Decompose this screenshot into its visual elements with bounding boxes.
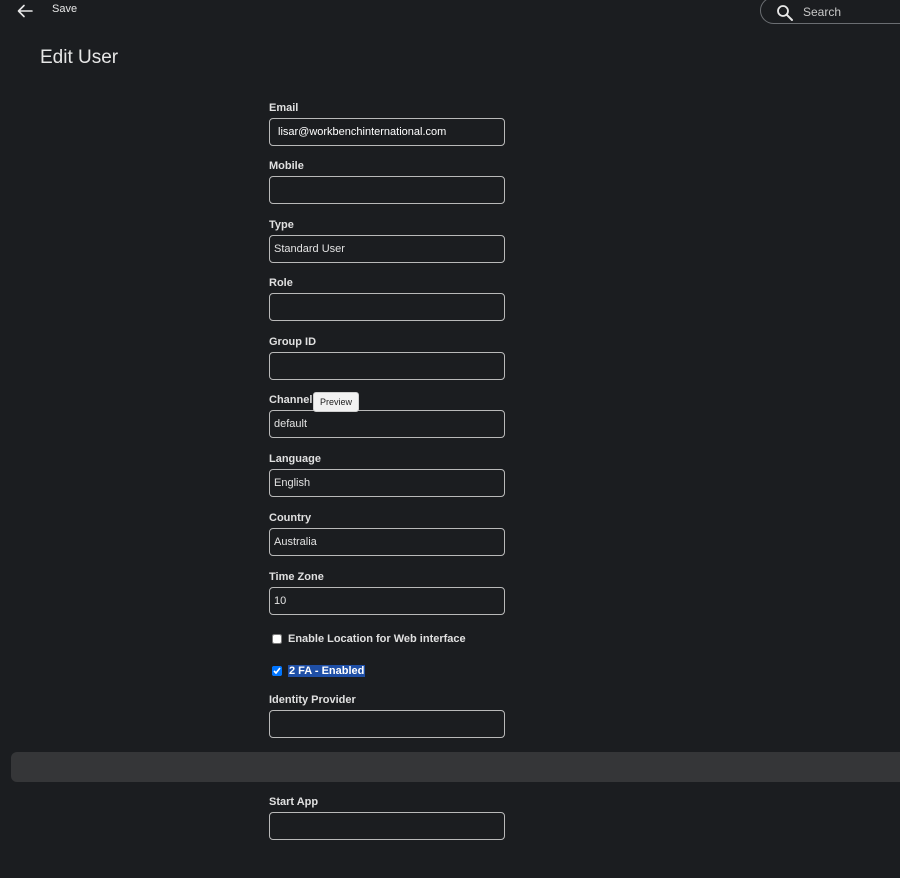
identity-provider-label: Identity Provider [269,694,356,706]
email-label: Email [269,102,299,114]
role-label: Role [269,277,293,289]
group-id-label: Group ID [269,336,317,348]
role-field[interactable] [269,293,505,321]
group-id-field[interactable] [269,352,505,380]
start-app-field[interactable] [269,812,505,840]
search-icon [777,5,793,21]
preview-tooltip: Preview [313,392,360,412]
language-field[interactable] [269,469,505,497]
back-button[interactable] [14,1,36,21]
email-field[interactable] [269,118,505,146]
mobile-label: Mobile [269,160,304,172]
two-fa-row[interactable]: 2 FA - Enabled [272,665,366,677]
time-zone-field[interactable] [269,587,505,615]
time-zone-label: Time Zone [269,571,324,583]
enable-location-row[interactable]: Enable Location for Web interface [272,633,466,645]
country-label: Country [269,512,312,524]
mobile-field[interactable] [269,176,505,204]
two-fa-checkbox[interactable] [272,666,282,676]
channel-field[interactable] [269,410,505,438]
type-field[interactable] [269,235,505,263]
page-title: Edit User [40,47,119,68]
type-label: Type [269,219,294,231]
search-box[interactable] [760,0,900,24]
save-button[interactable]: Save [52,3,77,15]
two-fa-label: 2 FA - Enabled [288,665,366,677]
identity-provider-field[interactable] [269,710,505,738]
enable-location-label: Enable Location for Web interface [288,633,466,645]
country-field[interactable] [269,528,505,556]
enable-location-checkbox[interactable] [272,634,282,644]
channel-label: Channel [269,394,313,406]
section-divider-bar [11,752,900,782]
top-toolbar: Save [0,0,900,26]
start-app-label: Start App [269,796,319,808]
arrow-left-icon [17,4,33,18]
search-input[interactable] [803,3,900,21]
language-label: Language [269,453,321,465]
